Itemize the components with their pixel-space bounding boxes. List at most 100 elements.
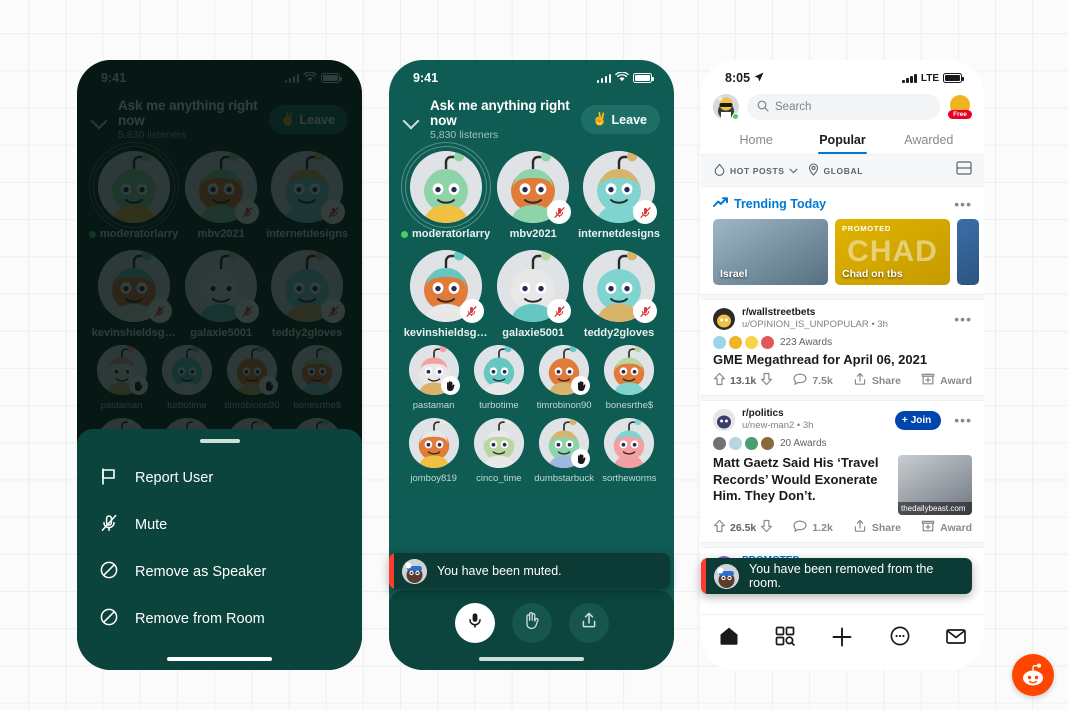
nav-inbox[interactable] bbox=[945, 625, 967, 652]
nav-create[interactable] bbox=[830, 625, 854, 654]
leave-label: Leave bbox=[611, 112, 647, 127]
grid-search-icon bbox=[774, 626, 796, 651]
speaker-name: mbv2021 bbox=[509, 228, 557, 240]
speaker-tile[interactable]: kevinshieldsg… bbox=[89, 250, 178, 339]
action-remove-as-speaker[interactable]: Remove as Speaker bbox=[77, 549, 362, 596]
tab-home[interactable]: Home bbox=[713, 128, 799, 154]
coin-icon[interactable]: Free bbox=[948, 95, 972, 119]
speaker-tile[interactable]: galaxie5001 bbox=[178, 250, 264, 339]
room-header-1: Ask me anything right now 5,830 listener… bbox=[77, 90, 362, 147]
chevron-down-icon[interactable] bbox=[403, 111, 421, 129]
action-mute[interactable]: Mute bbox=[77, 502, 362, 549]
speaker-tile[interactable]: teddy2gloves bbox=[264, 250, 350, 339]
trending-card[interactable]: CHAD PROMOTED Chad on tbs bbox=[835, 219, 950, 285]
peace-hand-icon: ✌ bbox=[591, 112, 608, 126]
chevron-down-icon[interactable] bbox=[91, 111, 109, 129]
join-button[interactable]: + Join bbox=[894, 410, 942, 430]
speaker-tile[interactable]: teddy2gloves bbox=[576, 250, 662, 339]
listener-tile[interactable]: pastaman bbox=[89, 345, 154, 411]
sheet-grabber[interactable] bbox=[199, 438, 240, 443]
downvote-icon[interactable] bbox=[760, 519, 773, 536]
speaker-tile[interactable]: mbv2021 bbox=[178, 151, 264, 240]
share-button[interactable]: Share bbox=[853, 372, 901, 389]
listener-tile[interactable]: timrobinon90 bbox=[220, 345, 285, 411]
search-input[interactable]: Search bbox=[747, 94, 940, 120]
listener-tile[interactable]: turbotime bbox=[466, 345, 531, 411]
microphone-button[interactable] bbox=[454, 602, 495, 643]
action-label: Remove as Speaker bbox=[135, 564, 267, 580]
filter-global[interactable]: GLOBAL bbox=[807, 163, 863, 178]
action-report-user[interactable]: Report User bbox=[77, 455, 362, 502]
tab-label: Awarded bbox=[904, 133, 954, 147]
layout-icon[interactable] bbox=[956, 161, 972, 180]
raise-hand-button[interactable] bbox=[511, 602, 552, 643]
mic-muted-icon bbox=[235, 200, 260, 224]
listener-tile[interactable]: sortheworms bbox=[597, 418, 662, 484]
speaker-tile[interactable]: moderatorlarry bbox=[400, 142, 491, 240]
listener-tile[interactable]: cinco_time bbox=[466, 418, 531, 484]
status-time: 8:05 bbox=[725, 71, 751, 85]
post-overflow-icon[interactable]: ••• bbox=[954, 412, 972, 428]
room-header-2: Ask me anything right now 5,830 listener… bbox=[389, 90, 674, 147]
action-label: Remove from Room bbox=[135, 611, 265, 627]
speaker-tile[interactable]: mbv2021 bbox=[490, 151, 576, 240]
leave-button[interactable]: ✌ Leave bbox=[268, 105, 348, 134]
nav-explore[interactable] bbox=[774, 625, 796, 652]
listener-tile[interactable]: dumbstarbuck bbox=[532, 418, 597, 484]
comments-button[interactable]: 1.2k bbox=[793, 520, 833, 536]
speaker-tile[interactable]: moderatorlarry bbox=[88, 142, 179, 240]
comments-button[interactable]: 7.5k bbox=[793, 373, 833, 389]
subreddit-name[interactable]: r/politics bbox=[742, 408, 813, 420]
trending-card[interactable]: Israel bbox=[713, 219, 828, 285]
mic-muted-icon bbox=[459, 299, 484, 323]
reddit-logo-icon[interactable] bbox=[1012, 654, 1054, 696]
listener-tile[interactable]: bonesrthe$ bbox=[285, 345, 350, 411]
filter-hot-posts[interactable]: HOT POSTS bbox=[713, 163, 798, 178]
upvote-icon[interactable] bbox=[713, 519, 726, 536]
listener-tile[interactable]: jomboy819 bbox=[401, 418, 466, 484]
vote-controls[interactable]: 13.1k bbox=[713, 372, 773, 389]
share-button[interactable] bbox=[568, 602, 609, 643]
post-overflow-icon[interactable]: ••• bbox=[954, 311, 972, 327]
leave-button[interactable]: ✌ Leave bbox=[580, 105, 660, 134]
post[interactable]: r/wallstreetbets u/OPINION_IS_UNPOPULAR … bbox=[701, 300, 984, 396]
listener-tile[interactable]: pastaman bbox=[401, 345, 466, 411]
flame-icon bbox=[713, 163, 726, 178]
speaker-tile[interactable]: galaxie5001 bbox=[490, 250, 576, 339]
battery-icon bbox=[321, 73, 342, 83]
subreddit-name[interactable]: r/wallstreetbets bbox=[742, 307, 888, 319]
speaker-tile[interactable]: kevinshieldsg… bbox=[401, 250, 490, 339]
award-button[interactable]: Award bbox=[921, 519, 972, 536]
post-thumbnail[interactable]: thedailybeast.com bbox=[898, 455, 972, 516]
action-remove-from-room[interactable]: Remove from Room bbox=[77, 596, 362, 643]
listener-name: bonesrthe$ bbox=[293, 400, 342, 411]
vote-controls[interactable]: 26.5k bbox=[713, 519, 773, 536]
comment-count: 7.5k bbox=[812, 374, 833, 387]
mic-muted-icon bbox=[633, 299, 658, 323]
downvote-icon[interactable] bbox=[760, 372, 773, 389]
mic-icon bbox=[466, 611, 484, 634]
nav-home[interactable] bbox=[718, 625, 740, 652]
post-title: GME Megathread for April 06, 2021 bbox=[713, 351, 928, 367]
avatar[interactable] bbox=[713, 94, 739, 120]
post[interactable]: r/politics u/new-man2 • 3h + Join ••• 20 … bbox=[701, 401, 984, 543]
tab-awarded[interactable]: Awarded bbox=[886, 128, 972, 154]
more-dots-icon[interactable]: ••• bbox=[954, 196, 972, 212]
tab-label: Popular bbox=[819, 133, 866, 147]
share-button[interactable]: Share bbox=[853, 519, 901, 536]
upvote-icon[interactable] bbox=[713, 372, 726, 389]
listener-tile[interactable]: timrobinon90 bbox=[532, 345, 597, 411]
speaker-name: galaxie5001 bbox=[502, 327, 565, 339]
trending-card[interactable] bbox=[957, 219, 979, 285]
listener-tile[interactable]: bonesrthe$ bbox=[597, 345, 662, 411]
trending-up-icon bbox=[713, 195, 728, 213]
speaker-name: mbv2021 bbox=[197, 228, 245, 240]
speaker-tile[interactable]: internetdesigns bbox=[264, 151, 350, 240]
award-button[interactable]: Award bbox=[921, 372, 972, 389]
listener-tile[interactable]: turbotime bbox=[154, 345, 219, 411]
status-bar: 9:41 bbox=[77, 60, 362, 90]
award-gift-icon bbox=[921, 372, 935, 389]
tab-popular[interactable]: Popular bbox=[799, 128, 885, 154]
nav-chat[interactable] bbox=[889, 625, 911, 652]
speaker-tile[interactable]: internetdesigns bbox=[576, 151, 662, 240]
